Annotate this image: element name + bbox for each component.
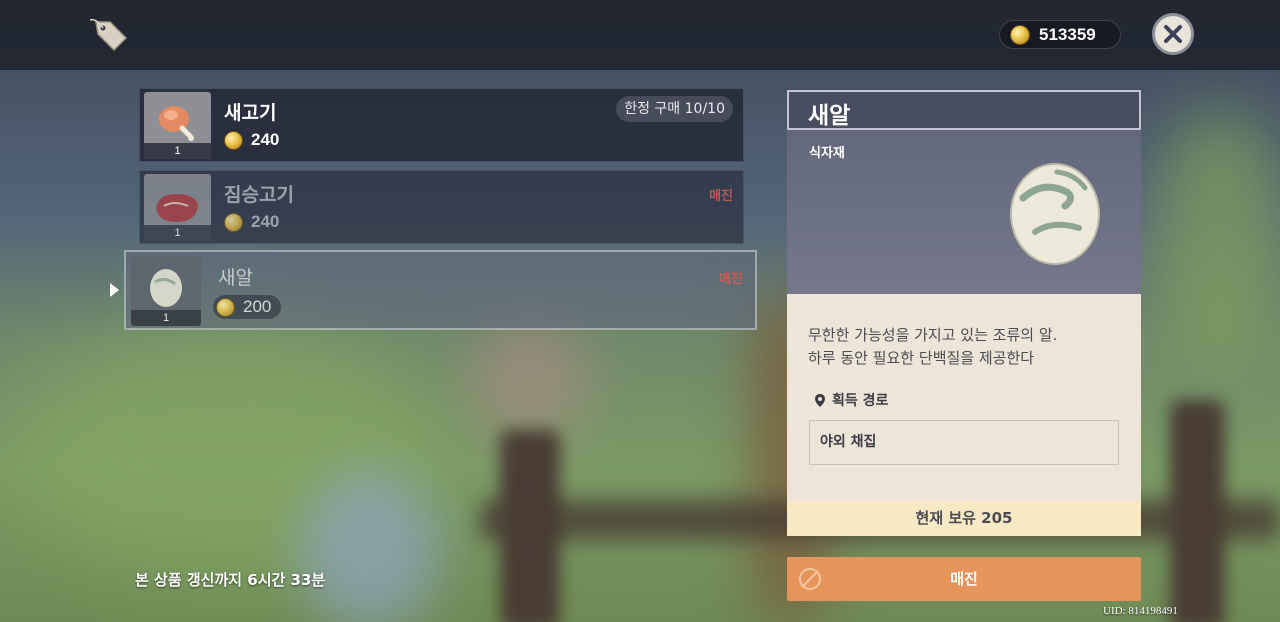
top-bar: 513359 bbox=[0, 0, 1280, 70]
shop-item-raw-meat[interactable]: 1 짐승고기 240 매진 bbox=[139, 170, 744, 244]
item-price: 240 bbox=[224, 130, 279, 150]
background-figure bbox=[300, 470, 440, 622]
uid-label: UID: 814198491 bbox=[1103, 605, 1178, 617]
close-button[interactable] bbox=[1152, 13, 1194, 55]
currency-value: 513359 bbox=[1039, 24, 1096, 44]
location-pin-icon bbox=[815, 393, 825, 407]
bird-egg-large-icon bbox=[1005, 158, 1105, 266]
item-thumbnail: 1 bbox=[131, 256, 201, 326]
detail-title-bar: 새알 bbox=[787, 90, 1141, 130]
close-icon bbox=[1164, 25, 1182, 43]
price-tag-icon bbox=[86, 14, 130, 54]
selection-arrow-icon bbox=[110, 283, 119, 297]
item-detail-header: 새알 식자재 bbox=[787, 90, 1141, 294]
price-value: 240 bbox=[251, 130, 280, 149]
item-price: 200 bbox=[213, 295, 282, 319]
refresh-timer: 본 상품 갱신까지 6시간 33분 bbox=[135, 571, 326, 589]
mora-coin-icon bbox=[216, 297, 235, 317]
mora-coin-icon bbox=[1010, 24, 1030, 45]
source-heading-label: 획득 경로 bbox=[832, 393, 889, 409]
background-figure-2 bbox=[470, 320, 590, 440]
price-value: 240 bbox=[251, 212, 280, 231]
mora-coin-icon bbox=[224, 212, 243, 232]
item-name: 새알 bbox=[218, 267, 253, 289]
item-detail-body: 무한한 가능성을 가지고 있는 조류의 알. 하루 동안 필요한 단백질을 제공… bbox=[787, 294, 1141, 501]
sold-out-label: 매진 bbox=[709, 189, 733, 204]
price-value: 200 bbox=[243, 297, 272, 316]
description-line-2: 하루 동안 필요한 단백질을 제공한다 bbox=[808, 349, 1035, 367]
background-fence-post-2 bbox=[1170, 400, 1225, 622]
item-count: 1 bbox=[131, 310, 201, 326]
buy-button[interactable]: 매진 bbox=[787, 557, 1141, 601]
item-description: 무한한 가능성을 가지고 있는 조류의 알. 하루 동안 필요한 단백질을 제공… bbox=[808, 324, 1057, 370]
item-name: 새고기 bbox=[224, 102, 277, 124]
purchase-limit-badge: 한정 구매 10/10 bbox=[616, 96, 733, 122]
item-thumbnail: 1 bbox=[144, 174, 211, 241]
detail-title: 새알 bbox=[808, 103, 851, 129]
owned-count: 현재 보유 205 bbox=[787, 501, 1141, 536]
detail-category: 식자재 bbox=[809, 146, 845, 161]
currency-display: 513359 bbox=[999, 20, 1121, 49]
source-entry[interactable]: 야외 채집 bbox=[809, 420, 1119, 465]
buy-button-label: 매진 bbox=[950, 570, 978, 588]
description-line-1: 무한한 가능성을 가지고 있는 조류의 알. bbox=[808, 326, 1058, 344]
shop-item-bird-egg[interactable]: 1 새알 200 매진 bbox=[124, 250, 757, 330]
mora-coin-icon bbox=[224, 130, 243, 150]
item-count: 1 bbox=[144, 225, 211, 241]
item-thumbnail: 1 bbox=[144, 92, 211, 159]
item-name: 짐승고기 bbox=[224, 184, 294, 206]
item-count: 1 bbox=[144, 143, 211, 159]
sold-out-label: 매진 bbox=[719, 272, 743, 287]
shop-item-bird-meat[interactable]: 1 새고기 240 한정 구매 10/10 bbox=[139, 88, 744, 162]
source-heading: 획득 경로 bbox=[814, 390, 888, 410]
item-price: 240 bbox=[224, 212, 279, 232]
background-foliage bbox=[1150, 110, 1280, 370]
